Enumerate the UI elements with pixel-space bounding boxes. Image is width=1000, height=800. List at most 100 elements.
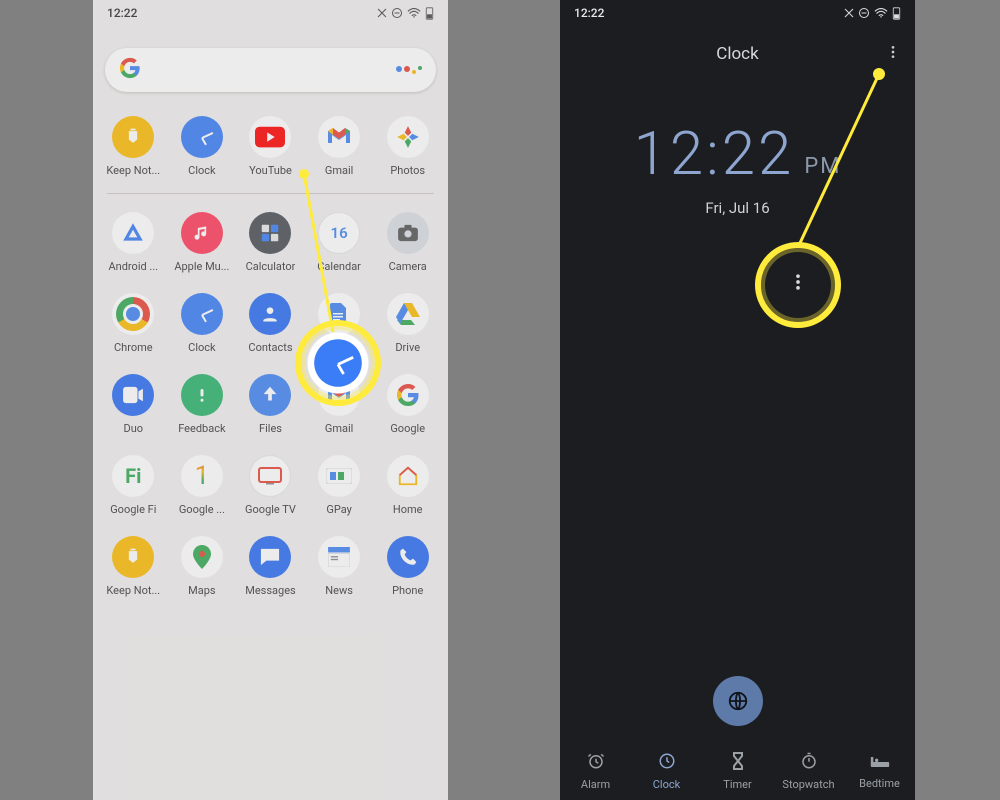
app-label: Docs [327,341,352,354]
app-label: Photos [390,164,425,177]
app-docs[interactable]: Docs [305,283,374,364]
app-cam[interactable]: Camera [373,202,442,283]
app-ph[interactable]: Photos [373,106,442,187]
phone-clock-app: 12:22 Clock 12:22 PM Fri, Jul 16 Alarm Cl… [560,0,915,800]
tab-label: Timer [723,778,751,791]
app-maps[interactable]: Maps [168,526,237,607]
clock-time-display: 12:22 PM [560,118,915,189]
aa-icon [112,212,154,254]
tab-label: Clock [653,778,680,791]
tab-icon [731,752,745,775]
app-label: Files [259,422,282,435]
app-label: Drive [395,341,420,354]
app-files[interactable]: Files [236,364,305,445]
app-label: Keep Not... [106,164,160,177]
app-keep[interactable]: Keep Not... [99,106,168,187]
msg-icon [249,536,291,578]
app-label: News [325,584,353,597]
contacts-icon [249,293,291,335]
app-label: YouTube [249,164,292,177]
app-fi[interactable]: FiGoogle Fi [99,445,168,526]
more-options-button[interactable] [885,44,901,65]
favorites-row: Keep Not... Clock YouTube Gmail Photos [93,106,448,187]
yt-icon [249,116,291,158]
ph-icon [387,116,429,158]
tab-alarm[interactable]: Alarm [560,742,631,800]
gtv-icon [249,455,291,497]
am-icon [181,212,223,254]
status-time: 12:22 [574,6,604,20]
app-calc[interactable]: Calculator [236,202,305,283]
status-icons [844,7,901,20]
ggl-icon [387,374,429,416]
status-bar: 12:22 [93,0,448,26]
status-icons [377,7,434,20]
status-time: 12:22 [107,6,137,20]
duo-icon [112,374,154,416]
docs-icon [318,293,360,335]
app-label: Home [393,503,423,516]
app-gtv[interactable]: Google TV [236,445,305,526]
home-icon [387,455,429,497]
app-am[interactable]: Apple Mu... [168,202,237,283]
google-search-bar[interactable] [105,48,436,92]
tab-timer[interactable]: Timer [702,742,773,800]
gpay-icon [318,455,360,497]
app-home[interactable]: Home [373,445,442,526]
app-gm[interactable]: Gmail [305,364,374,445]
app-label: Duo [124,422,144,435]
clock-icon [181,293,223,335]
calc-icon [249,212,291,254]
app-label: Google [390,422,425,435]
app-fb[interactable]: Feedback [168,364,237,445]
keep-icon [112,116,154,158]
clock-time-value: 12:22 [634,118,795,189]
app-duo[interactable]: Duo [99,364,168,445]
app-phone[interactable]: Phone [373,526,442,607]
clock-app-title: Clock [716,44,758,64]
app-label: Messages [245,584,295,597]
app-label: Clock [188,341,215,354]
app-chrome[interactable]: Chrome [99,283,168,364]
tab-clock[interactable]: Clock [631,742,702,800]
chrome-icon [112,293,154,335]
one-icon: 1 [181,455,223,497]
cal-icon: 16 [318,212,360,254]
tab-bedtime[interactable]: Bedtime [844,742,915,800]
news-icon [318,536,360,578]
app-label: Clock [188,164,215,177]
app-gm[interactable]: Gmail [305,106,374,187]
app-msg[interactable]: Messages [236,526,305,607]
app-gpay[interactable]: GPay [305,445,374,526]
app-news[interactable]: News [305,526,374,607]
app-ggl[interactable]: Google [373,364,442,445]
app-contacts[interactable]: Contacts [236,283,305,364]
app-clock[interactable]: Clock [168,106,237,187]
app-label: Google TV [245,503,296,516]
drive-icon [387,293,429,335]
tab-icon [587,752,605,775]
app-label: Calculator [246,260,296,273]
clock-date: Fri, Jul 16 [560,199,915,217]
world-clock-fab[interactable] [713,676,763,726]
app-label: Google ... [179,503,225,516]
app-cal[interactable]: 16Calendar [305,202,374,283]
assistant-icon[interactable] [396,66,422,74]
app-drive[interactable]: Drive [373,283,442,364]
app-aa[interactable]: Android ... [99,202,168,283]
clock-app-header: Clock [560,26,915,82]
files-icon [249,374,291,416]
app-label: Chrome [114,341,153,354]
app-label: Apple Mu... [174,260,229,273]
app-yt[interactable]: YouTube [236,106,305,187]
app-clock[interactable]: Clock [168,283,237,364]
tab-icon [870,753,890,774]
gm-icon [318,116,360,158]
phone-icon [387,536,429,578]
tab-stopwatch[interactable]: Stopwatch [773,742,844,800]
keep-icon [112,536,154,578]
app-label: GPay [326,503,351,516]
app-keep[interactable]: Keep Not... [99,526,168,607]
maps-icon [181,536,223,578]
app-one[interactable]: 1 Google ... [168,445,237,526]
